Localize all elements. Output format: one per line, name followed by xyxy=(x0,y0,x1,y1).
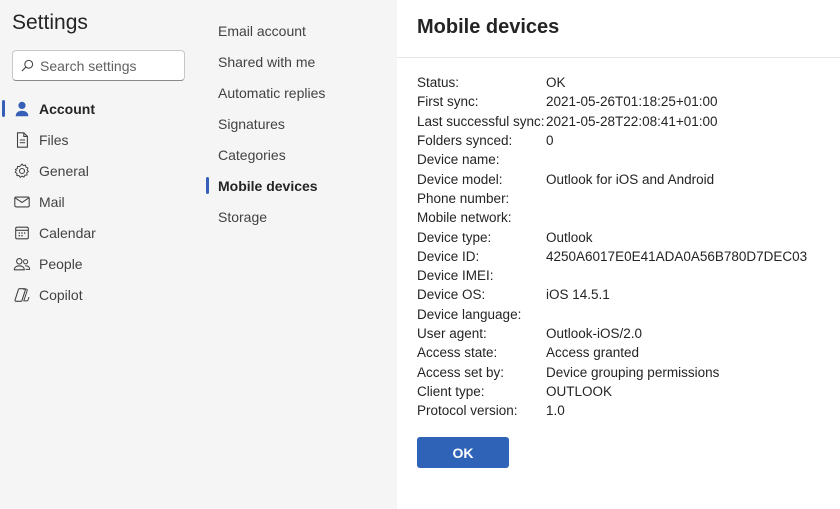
detail-row: Access set by: Device grouping permission… xyxy=(417,362,807,381)
detail-row: Device OS: iOS 14.5.1 xyxy=(417,285,807,304)
page-title: Mobile devices xyxy=(417,16,560,38)
detail-key: First sync: xyxy=(417,94,479,110)
detail-key: Device name: xyxy=(417,152,500,168)
person-icon xyxy=(12,99,31,118)
nav-item-label: People xyxy=(39,255,83,272)
detail-row: Device name: xyxy=(417,150,807,169)
detail-row: Phone number: xyxy=(417,189,807,208)
detail-key: Device language: xyxy=(417,306,522,322)
detail-value: 2021-05-28T22:08:41+01:00 xyxy=(546,113,718,129)
detail-value: 4250A6017E0E41ADA0A56B780D7DEC03 xyxy=(546,248,808,264)
detail-key: Phone number: xyxy=(417,190,510,206)
title-divider xyxy=(397,57,840,58)
subnav-item-storage[interactable]: Storage xyxy=(204,201,397,232)
nav-item-label: General xyxy=(39,162,89,179)
detail-value: OK xyxy=(546,75,566,91)
subnav-item-email-account[interactable]: Email account xyxy=(204,15,397,46)
detail-key: Device ID: xyxy=(417,248,480,264)
detail-value: Outlook xyxy=(546,229,593,245)
subnav-item-categories[interactable]: Categories xyxy=(204,139,397,170)
mail-icon xyxy=(12,192,31,211)
detail-key: Status: xyxy=(417,75,460,91)
nav-item-label: Copilot xyxy=(39,286,83,303)
settings-window: Settings Account Files xyxy=(0,0,840,509)
detail-key: Folders synced: xyxy=(417,133,513,149)
detail-row: Device ID: 4250A6017E0E41ADA0A56B780D7DEC… xyxy=(417,247,807,266)
settings-title: Settings xyxy=(12,11,88,34)
ok-button[interactable]: OK xyxy=(417,437,509,468)
detail-row: Device model: Outlook for iOS and Android xyxy=(417,169,807,188)
subnav-list: Email account Shared with me Automatic r… xyxy=(204,15,397,232)
detail-row: Device type: Outlook xyxy=(417,227,807,246)
file-icon xyxy=(12,130,31,149)
nav-item-label: Files xyxy=(39,131,69,148)
detail-value: 0 xyxy=(546,133,554,149)
search-icon xyxy=(21,59,34,72)
subnav-item-signatures[interactable]: Signatures xyxy=(204,108,397,139)
detail-value: iOS 14.5.1 xyxy=(546,287,610,303)
detail-row: Protocol version: 1.0 xyxy=(417,401,807,420)
detail-key: Mobile network: xyxy=(417,210,512,226)
detail-key: Device model: xyxy=(417,171,503,187)
search-box[interactable] xyxy=(12,50,185,81)
device-details: Status: OK First sync: 2021-05-26T01:18:25+… xyxy=(417,73,807,420)
search-input[interactable] xyxy=(40,57,180,74)
detail-key: User agent: xyxy=(417,326,487,341)
detail-row: First sync: 2021-05-26T01:18:25+01:00 xyxy=(417,92,807,111)
detail-row: Device IMEI: xyxy=(417,266,807,285)
nav-item-people[interactable]: People xyxy=(0,248,204,279)
detail-row: Access state: Access granted xyxy=(417,343,807,362)
detail-key: Client type: xyxy=(417,383,485,399)
nav-item-mail[interactable]: Mail xyxy=(0,186,204,217)
account-subnav: Email account Shared with me Automatic r… xyxy=(204,0,397,509)
settings-nav: Settings Account Files xyxy=(0,0,204,509)
detail-row: Last successful sync: 2021-05-28T22:08:41… xyxy=(417,112,807,131)
nav-item-calendar[interactable]: Calendar xyxy=(0,217,204,248)
nav-item-files[interactable]: Files xyxy=(0,124,204,155)
detail-key: Last successful sync: xyxy=(417,113,545,129)
nav-item-label: Mail xyxy=(39,193,65,210)
nav-item-copilot[interactable]: Copilot xyxy=(0,279,204,310)
detail-row: Folders synced: 0 xyxy=(417,131,807,150)
detail-value: 1.0 xyxy=(546,403,565,419)
detail-key: Device OS: xyxy=(417,287,486,303)
detail-value: Access granted xyxy=(546,345,640,361)
detail-value: Outlook-iOS/2.0 xyxy=(546,326,643,341)
copilot-icon xyxy=(12,285,31,304)
detail-key: Protocol version: xyxy=(417,403,518,419)
detail-key: Device type: xyxy=(417,229,492,245)
mobile-devices-pane: Mobile devices Status: OK First sync: 2021-… xyxy=(397,0,840,509)
detail-row: Mobile network: xyxy=(417,208,807,227)
detail-value: Outlook for iOS and Android xyxy=(546,171,715,187)
people-icon xyxy=(12,254,31,273)
nav-item-account[interactable]: Account xyxy=(0,93,204,124)
subnav-item-shared-with-me[interactable]: Shared with me xyxy=(204,46,397,77)
detail-row: Status: OK xyxy=(417,73,807,92)
detail-value: 2021-05-26T01:18:25+01:00 xyxy=(546,94,718,110)
detail-key: Access state: xyxy=(417,345,498,361)
nav-item-label: Calendar xyxy=(39,224,96,241)
detail-value: Device grouping permissions xyxy=(546,364,720,380)
nav-item-general[interactable]: General xyxy=(0,155,204,186)
detail-row: User agent: Outlook-iOS/2.0 xyxy=(417,324,807,343)
subnav-item-mobile-devices[interactable]: Mobile devices xyxy=(204,170,397,201)
nav-item-label: Account xyxy=(39,100,95,117)
detail-key: Access set by: xyxy=(417,364,505,380)
nav-list: Account Files General Mail Calendar Peop… xyxy=(0,93,204,310)
subnav-item-automatic-replies[interactable]: Automatic replies xyxy=(204,77,397,108)
detail-key: Device IMEI: xyxy=(417,268,494,284)
detail-row: Device language: xyxy=(417,305,807,324)
detail-row: Client type: OUTLOOK xyxy=(417,382,807,401)
calendar-icon xyxy=(12,223,31,242)
detail-value: OUTLOOK xyxy=(546,383,613,399)
gear-icon xyxy=(12,161,31,180)
